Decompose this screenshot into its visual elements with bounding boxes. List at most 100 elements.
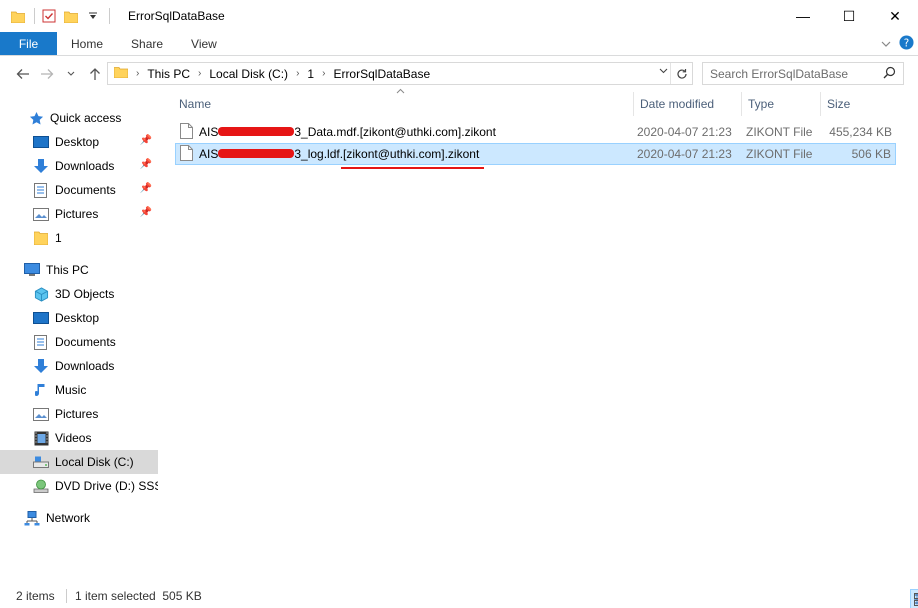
nav-label: Documents [55,335,116,349]
pin-icon[interactable]: 📌 [140,207,152,218]
svg-text:?: ? [904,37,909,49]
red-underline-annotation [341,167,484,169]
file-date: 2020-04-07 21:23 [637,125,732,139]
column-header-date[interactable]: Date modified [634,92,742,116]
column-header-name[interactable]: Name [173,92,634,116]
nav-label: 3D Objects [55,287,115,301]
nav-qa-desktop[interactable]: Desktop 📌 [0,130,158,154]
file-list-pane: Name Date modified Type Size AIS 3_Data.m… [160,88,918,582]
nav-music[interactable]: Music [0,378,158,402]
pin-icon[interactable]: 📌 [140,159,152,170]
film-strip-icon [33,430,49,446]
file-name-suffix: 3_log.ldf.[zikont@uthki.com].zikont [294,147,480,161]
minimize-button[interactable]: — [780,0,826,32]
help-icon[interactable]: ? [899,35,914,53]
file-name[interactable]: AIS 3_log.ldf.[zikont@uthki.com].zikont [199,147,479,161]
nav-label: Pictures [55,407,99,421]
nav-network[interactable]: Network [0,506,158,530]
address-bar[interactable]: › This PC › Local Disk (C:) › 1 › ErrorS… [107,62,693,85]
close-button[interactable]: ✕ [872,0,918,32]
nav-label: Downloads [55,359,115,373]
nav-pictures[interactable]: Pictures [0,402,158,426]
file-name[interactable]: AIS 3_Data.mdf.[zikont@uthki.com].zikont [199,125,496,139]
tab-home[interactable]: Home [57,32,117,55]
maximize-button[interactable]: ☐ [826,0,872,32]
nav-qa-downloads[interactable]: Downloads 📌 [0,154,158,178]
cube-icon [33,286,49,302]
nav-downloads[interactable]: Downloads [0,354,158,378]
address-row: › This PC › Local Disk (C:) › 1 › ErrorS… [0,57,918,91]
new-folder-icon[interactable] [63,8,79,24]
download-arrow-icon [33,158,49,174]
file-name-suffix: 3_Data.mdf.[zikont@uthki.com].zikont [294,125,496,139]
nav-label: Downloads [55,159,115,173]
breadcrumb-this-pc[interactable]: This PC [147,67,190,81]
nav-qa-pictures[interactable]: Pictures 📌 [0,202,158,226]
status-bar: 2 items 1 item selected 505 KB [0,584,918,608]
customize-toolbar-chevron-icon[interactable] [85,8,101,24]
chevron-right-icon[interactable]: › [198,68,201,79]
file-type: ZIKONT File [746,125,813,139]
refresh-icon[interactable] [670,63,692,84]
back-arrow-icon[interactable] [12,63,34,85]
file-icon [180,145,193,164]
nav-label: Local Disk (C:) [55,455,134,469]
large-icons-view-icon[interactable] [910,589,918,608]
documents-icon [33,334,49,350]
pin-icon[interactable]: 📌 [140,135,152,146]
nav-desktop[interactable]: Desktop [0,306,158,330]
up-arrow-icon[interactable] [84,63,106,85]
nav-local-disk[interactable]: Local Disk (C:) [0,450,158,474]
nav-label: Quick access [50,111,122,125]
tab-file[interactable]: File [0,32,57,55]
nav-label: Videos [55,431,92,445]
nav-videos[interactable]: Videos [0,426,158,450]
nav-quick-access[interactable]: Quick access [0,106,158,130]
nav-dvd-drive[interactable]: DVD Drive (D:) SSS_X [0,474,158,498]
search-box[interactable]: Search ErrorSqlDataBase [702,62,904,85]
redaction-mark [218,127,295,137]
expand-ribbon-chevron-icon[interactable] [881,37,891,51]
pin-icon[interactable]: 📌 [140,183,152,194]
ribbon-tabs: File Home Share View ? [0,32,918,56]
nav-qa-documents[interactable]: Documents 📌 [0,178,158,202]
breadcrumb-local-disk[interactable]: Local Disk (C:) [209,67,288,81]
tab-view[interactable]: View [177,32,231,55]
column-header-type[interactable]: Type [742,92,821,116]
nav-3d-objects[interactable]: 3D Objects [0,282,158,306]
forward-arrow-icon[interactable] [36,63,58,85]
file-row-data[interactable]: AIS 3_Data.mdf.[zikont@uthki.com].zikont … [175,121,896,143]
properties-icon[interactable] [41,8,57,24]
chevron-right-icon[interactable]: › [322,68,325,79]
title-bar: ErrorSqlDataBase — ☐ ✕ [0,0,918,32]
nav-qa-folder-1[interactable]: 1 [0,226,158,250]
quick-access-toolbar [10,0,116,32]
breadcrumb-folder-1[interactable]: 1 [307,67,314,81]
nav-label: This PC [46,263,89,277]
toolbar-divider [109,8,110,24]
tab-share[interactable]: Share [117,32,177,55]
navigation-pane: Quick access Desktop 📌 Downloads 📌 Docum… [0,92,159,582]
window-controls: — ☐ ✕ [780,0,918,32]
file-size: 506 KB [851,147,891,161]
search-icon[interactable] [883,66,896,82]
ribbon-right-controls: ? [881,32,914,56]
breadcrumb-current-folder[interactable]: ErrorSqlDataBase [333,67,430,81]
chevron-right-icon[interactable]: › [296,68,299,79]
folder-icon[interactable] [10,8,26,24]
search-input[interactable]: Search ErrorSqlDataBase [710,67,848,81]
chevron-right-icon[interactable]: › [136,68,139,79]
drive-icon [33,454,49,470]
nav-this-pc[interactable]: This PC [0,258,158,282]
file-name-prefix: AIS [199,147,219,161]
nav-label: Desktop [55,135,100,149]
address-history-chevron-icon[interactable] [659,66,668,77]
nav-label: Music [55,383,87,397]
toolbar-divider [34,8,35,24]
pictures-icon [33,406,49,422]
status-divider [66,589,67,603]
nav-documents[interactable]: Documents [0,330,158,354]
file-row-log[interactable]: AIS 3_log.ldf.[zikont@uthki.com].zikont 2… [175,143,896,165]
column-header-size[interactable]: Size [821,92,896,116]
recent-locations-chevron-icon[interactable] [60,63,82,85]
